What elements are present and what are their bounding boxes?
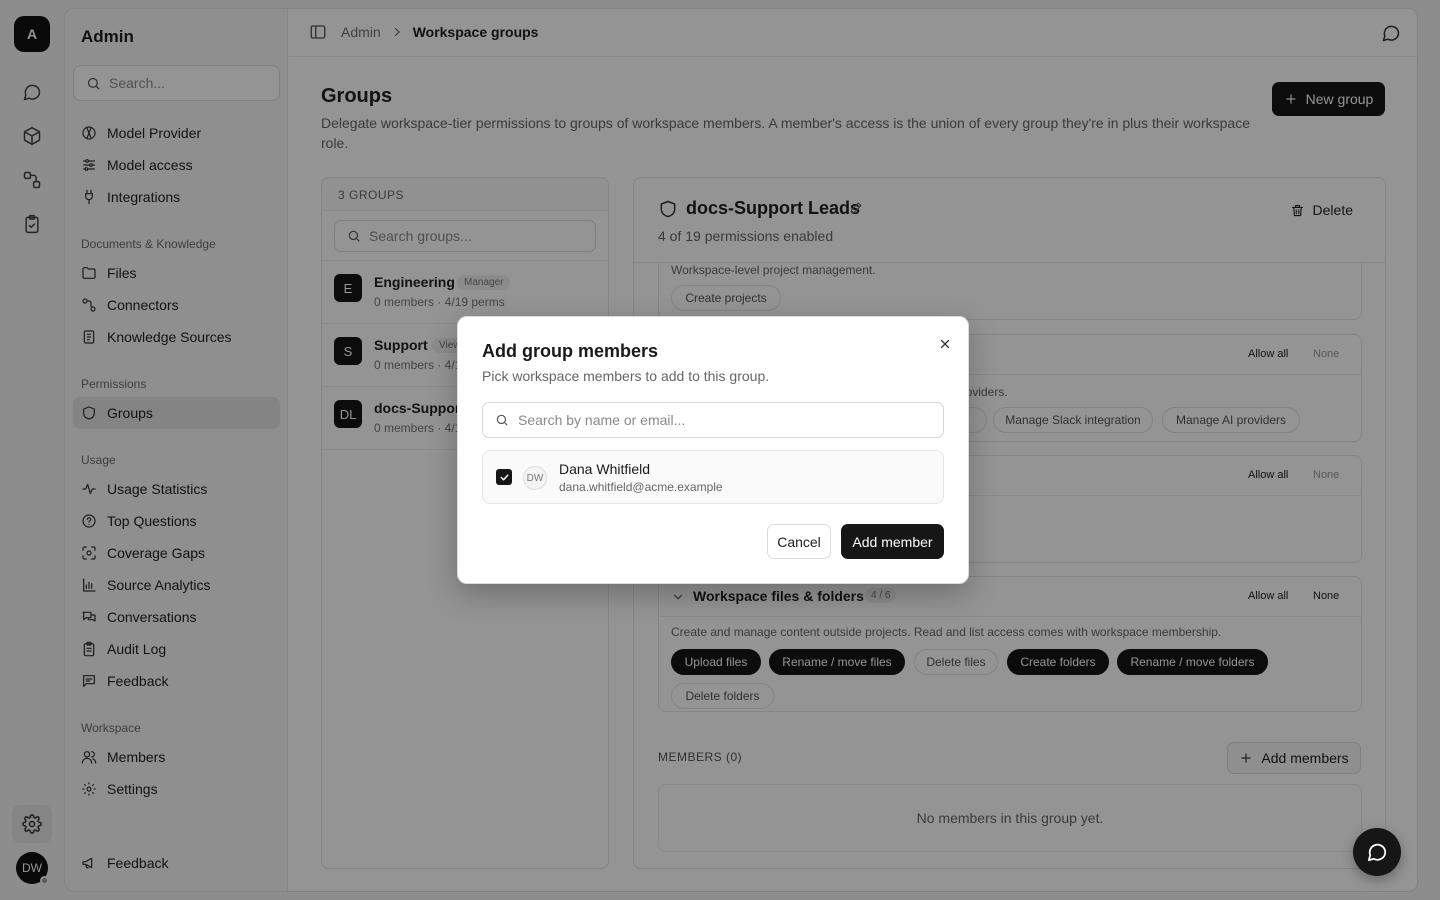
search-icon	[496, 414, 508, 426]
member-checkbox[interactable]	[496, 469, 512, 485]
close-icon[interactable]	[936, 335, 954, 353]
member-email: dana.whitfield@acme.example	[559, 480, 723, 494]
chat-icon	[1367, 843, 1387, 862]
add-member-button[interactable]: Add member	[841, 524, 944, 559]
dialog-title: Add group members	[482, 341, 659, 361]
cancel-button[interactable]: Cancel	[767, 524, 831, 559]
member-search-field	[482, 402, 944, 438]
chat-launcher-button[interactable]	[1353, 828, 1401, 876]
add-group-members-dialog: Add group members Pick workspace members…	[457, 316, 969, 584]
dialog-subtitle: Pick workspace members to add to this gr…	[482, 368, 770, 384]
member-candidate-row[interactable]: DW Dana Whitfield dana.whitfield@acme.ex…	[482, 450, 944, 504]
check-icon	[500, 473, 508, 481]
member-search-input[interactable]	[518, 412, 938, 428]
member-name: Dana Whitfield	[559, 461, 651, 477]
member-avatar: DW	[523, 466, 547, 490]
